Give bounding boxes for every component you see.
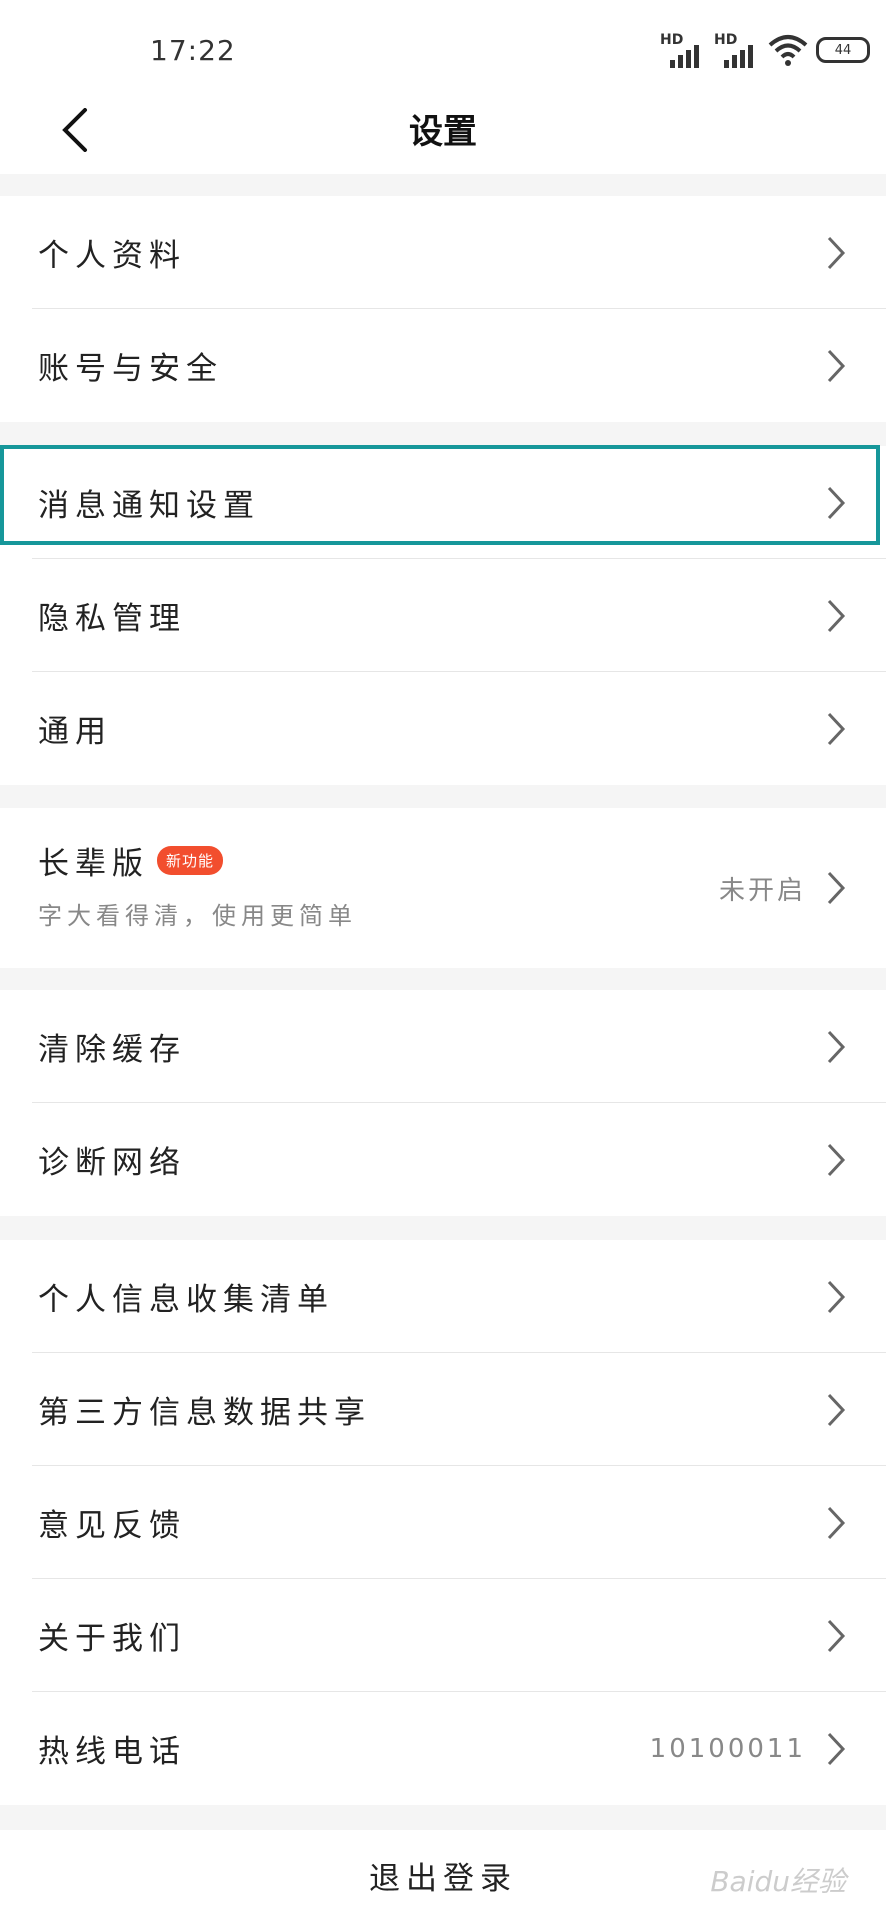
row-account-security[interactable]: 账号与安全 [0,309,886,422]
row-feedback[interactable]: 意见反馈 [0,1466,886,1579]
row-label: 热线电话 [38,1734,186,1770]
chevron-right-icon [827,1619,846,1652]
row-privacy[interactable]: 隐私管理 [0,559,886,672]
row-label: 消息通知设置 [38,488,260,524]
chevron-right-icon [827,1506,846,1539]
row-label: 个人信息收集清单 [38,1282,334,1318]
chevron-right-icon [827,1732,846,1765]
baidu-watermark: Baidu经验 [710,1865,846,1898]
new-feature-badge: 新功能 [157,846,224,875]
chevron-right-icon [827,712,846,745]
row-clear-cache[interactable]: 清除缓存 [0,990,886,1103]
row-third-party-sharing[interactable]: 第三方信息数据共享 [0,1353,886,1466]
chevron-right-icon [827,871,846,905]
status-bar: 17:22 HD HD 44 [0,0,886,100]
row-personal-info-list[interactable]: 个人信息收集清单 [0,1240,886,1353]
row-hotline[interactable]: 热线电话 10100011 [0,1692,886,1805]
chevron-right-icon [827,1030,846,1063]
chevron-right-icon [827,349,846,382]
row-network-diagnosis[interactable]: 诊断网络 [0,1103,886,1216]
row-label: 个人资料 [38,238,186,274]
wifi-icon [768,35,808,66]
settings-group-elder: 长辈版 新功能 字大看得清，使用更简单 未开启 [0,808,886,968]
settings-group-general: 消息通知设置 隐私管理 通用 [0,446,886,785]
hotline-number: 10100011 [649,1733,806,1764]
row-label: 意见反馈 [38,1508,186,1544]
settings-group-profile: 个人资料 账号与安全 [0,196,886,422]
status-time: 17:22 [150,34,236,67]
battery-icon: 44 [816,37,870,63]
row-label: 通用 [38,714,112,750]
status-icons: HD HD 44 [660,30,870,70]
chevron-right-icon [827,1393,846,1426]
chevron-right-icon [827,1143,846,1176]
chevron-right-icon [827,599,846,632]
signal-icon: HD [660,32,706,68]
row-elder-mode[interactable]: 长辈版 新功能 字大看得清，使用更简单 未开启 [0,808,886,968]
row-label: 第三方信息数据共享 [38,1395,371,1431]
row-label: 账号与安全 [38,351,223,387]
settings-group-tools: 清除缓存 诊断网络 [0,990,886,1216]
chevron-right-icon [827,486,846,519]
elder-label: 长辈版 [38,846,149,882]
signal-icon-2: HD [714,32,760,68]
elder-subtitle: 字大看得清，使用更简单 [38,902,357,930]
settings-group-about: 个人信息收集清单 第三方信息数据共享 意见反馈 关于我们 热线电话 101000… [0,1240,886,1805]
row-label: 长辈版 新功能 [38,838,224,883]
row-general[interactable]: 通用 [0,672,886,785]
chevron-right-icon [827,236,846,269]
row-label: 清除缓存 [38,1032,186,1068]
row-label: 诊断网络 [38,1145,186,1181]
elder-status: 未开启 [718,875,806,906]
chevron-right-icon [827,1280,846,1313]
row-personal-info[interactable]: 个人资料 [0,196,886,309]
row-label: 关于我们 [38,1621,186,1657]
row-label: 隐私管理 [38,601,186,637]
row-about-us[interactable]: 关于我们 [0,1579,886,1692]
nav-header: 设置 [0,100,886,174]
row-notification-settings[interactable]: 消息通知设置 [0,446,886,559]
page-title: 设置 [409,112,477,152]
